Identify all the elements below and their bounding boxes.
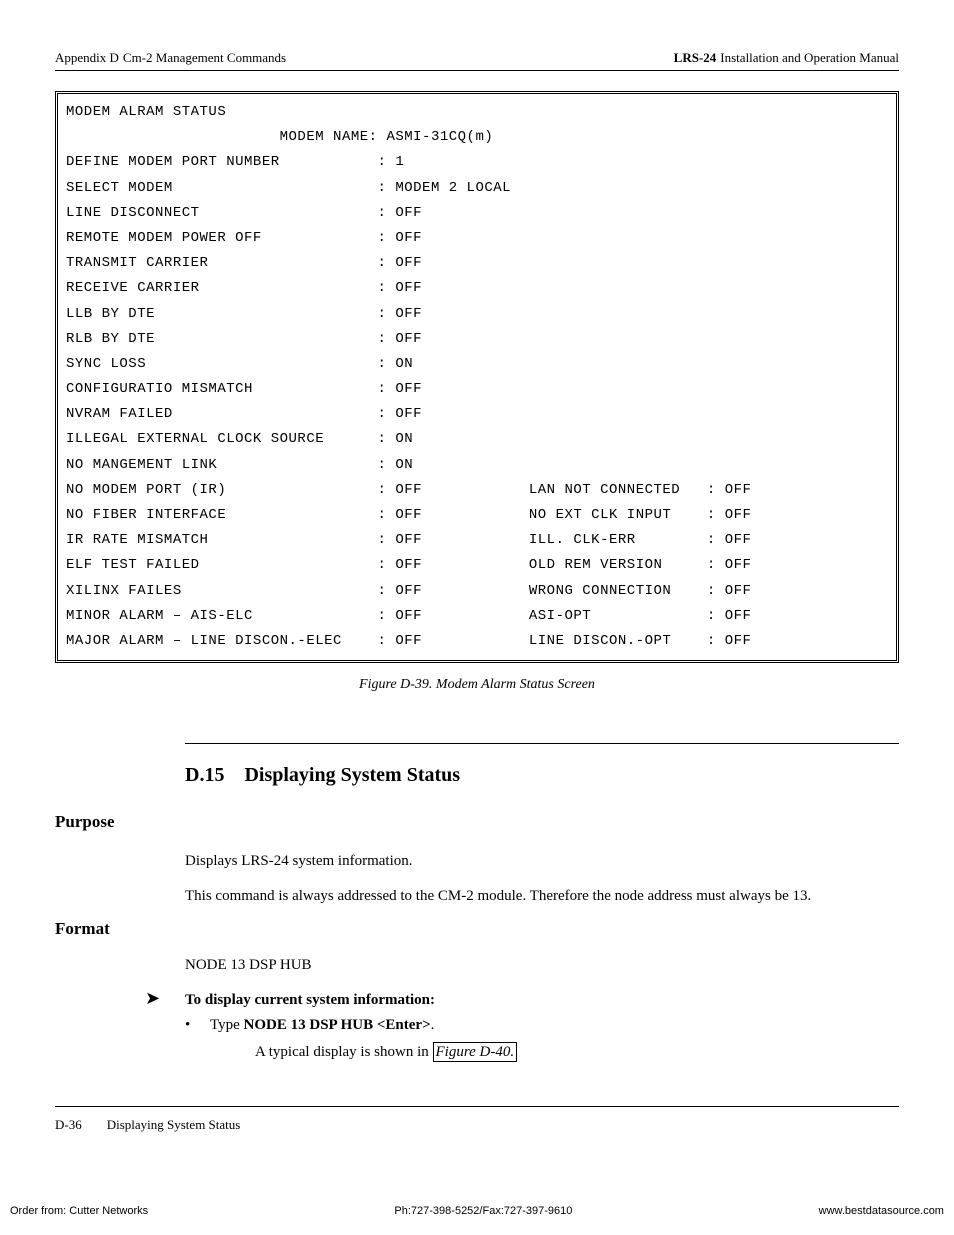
procedure-line: ➤ To display current system information: [145,989,899,1009]
terminal-screen: MODEM ALRAM STATUS MODEM NAME: ASMI-31CQ… [55,91,899,663]
manual-name: Installation and Operation Manual [720,50,899,66]
typical-prefix: A typical display is shown in [255,1044,433,1060]
appendix-title: Cm-2 Management Commands [123,50,286,66]
figure-reference-link[interactable]: Figure D-40. [433,1042,518,1062]
page-header: Appendix D Cm-2 Management Commands LRS-… [55,50,899,71]
section-title: Displaying System Status [244,764,460,786]
footer-title: Displaying System Status [107,1117,241,1133]
section-heading: D.15 Displaying System Status [185,764,899,787]
bullet-suffix: . [431,1017,435,1033]
bullet-prefix: Type [210,1017,244,1033]
vendor-center: Ph:727-398-5252/Fax:727-397-9610 [394,1205,572,1217]
vendor-left: Order from: Cutter Networks [10,1205,148,1217]
bullet-icon: • [185,1017,210,1034]
arrow-icon: ➤ [145,989,185,1007]
appendix-label: Appendix D [55,50,119,66]
bullet-line: • Type NODE 13 DSP HUB <Enter>. [185,1017,899,1034]
page-footer: D-36 Displaying System Status [55,1117,899,1133]
typical-display-line: A typical display is shown in Figure D-4… [255,1044,899,1061]
figure-caption: Figure D-39. Modem Alarm Status Screen [55,677,899,693]
section-number: D.15 [185,764,224,786]
section-rule [185,743,899,744]
bullet-cmd: NODE 13 DSP HUB <Enter> [244,1017,431,1033]
bullet-text: Type NODE 13 DSP HUB <Enter>. [210,1017,434,1034]
procedure-text: To display current system information: [185,992,435,1009]
product-name: LRS-24 [674,50,717,66]
page-number: D-36 [55,1117,82,1133]
format-command: NODE 13 DSP HUB [185,957,899,974]
vendor-right: www.bestdatasource.com [819,1205,944,1217]
purpose-p2: This command is always addressed to the … [185,885,899,908]
format-heading: Format [55,919,899,939]
purpose-heading: Purpose [55,812,899,832]
footer-rule [55,1106,899,1107]
purpose-p1: Displays LRS-24 system information. [185,850,899,873]
vendor-footer: Order from: Cutter Networks Ph:727-398-5… [0,1205,954,1217]
